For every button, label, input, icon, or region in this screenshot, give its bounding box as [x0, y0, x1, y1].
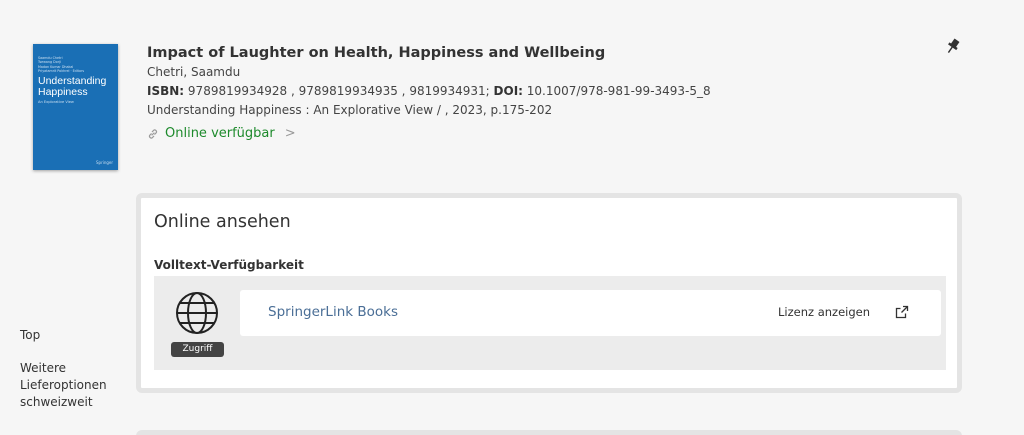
left-nav: Top Weitere Lieferoptionen schweizweit: [20, 327, 130, 411]
record-details: Impact of Laughter on Health, Happiness …: [147, 44, 947, 141]
globe-icon: [176, 292, 218, 334]
record-title[interactable]: Impact of Laughter on Health, Happiness …: [147, 44, 947, 63]
pin-icon[interactable]: [945, 38, 961, 56]
fulltext-availability-heading: Volltext-Verfügbarkeit: [154, 258, 304, 272]
license-link[interactable]: Lizenz anzeigen: [778, 305, 870, 319]
access-badge: Zugriff: [171, 342, 224, 357]
panel-heading: Online ansehen: [154, 212, 291, 232]
nav-more-delivery-options[interactable]: Weitere Lieferoptionen schweizweit: [20, 360, 130, 411]
availability-row: Zugriff SpringerLink Books Lizenz anzeig…: [154, 276, 946, 370]
record-identifiers: ISBN: 9789819934928 , 9789819934935 , 98…: [147, 84, 711, 98]
record-author: Chetri, Saamdu: [147, 65, 241, 79]
link-icon: [148, 128, 158, 139]
online-view-panel: Online ansehen Volltext-Verfügbarkeit Zu…: [136, 193, 962, 393]
cover-publisher: Springer: [95, 160, 113, 165]
next-panel: [136, 430, 962, 435]
book-cover[interactable]: Saamdu Chetri Tsewang Dorji Madan Kumar …: [33, 44, 118, 170]
availability-label: Online verfügbar: [165, 126, 275, 141]
cover-subtitle: An Explorative View: [38, 100, 74, 105]
nav-top-link[interactable]: Top: [20, 327, 130, 344]
chevron-right-icon: >: [284, 126, 296, 141]
provider-link[interactable]: SpringerLink Books: [268, 304, 398, 320]
cover-authors: Saamdu Chetri Tsewang Dorji Madan Kumar …: [38, 56, 85, 73]
cover-title: Understanding Happiness: [38, 75, 107, 99]
external-link-icon[interactable]: [894, 304, 910, 320]
record-source: Understanding Happiness : An Explorative…: [147, 103, 553, 117]
availability-link[interactable]: Online verfügbar >: [147, 126, 947, 141]
provider-row[interactable]: SpringerLink Books Lizenz anzeigen: [240, 290, 941, 336]
